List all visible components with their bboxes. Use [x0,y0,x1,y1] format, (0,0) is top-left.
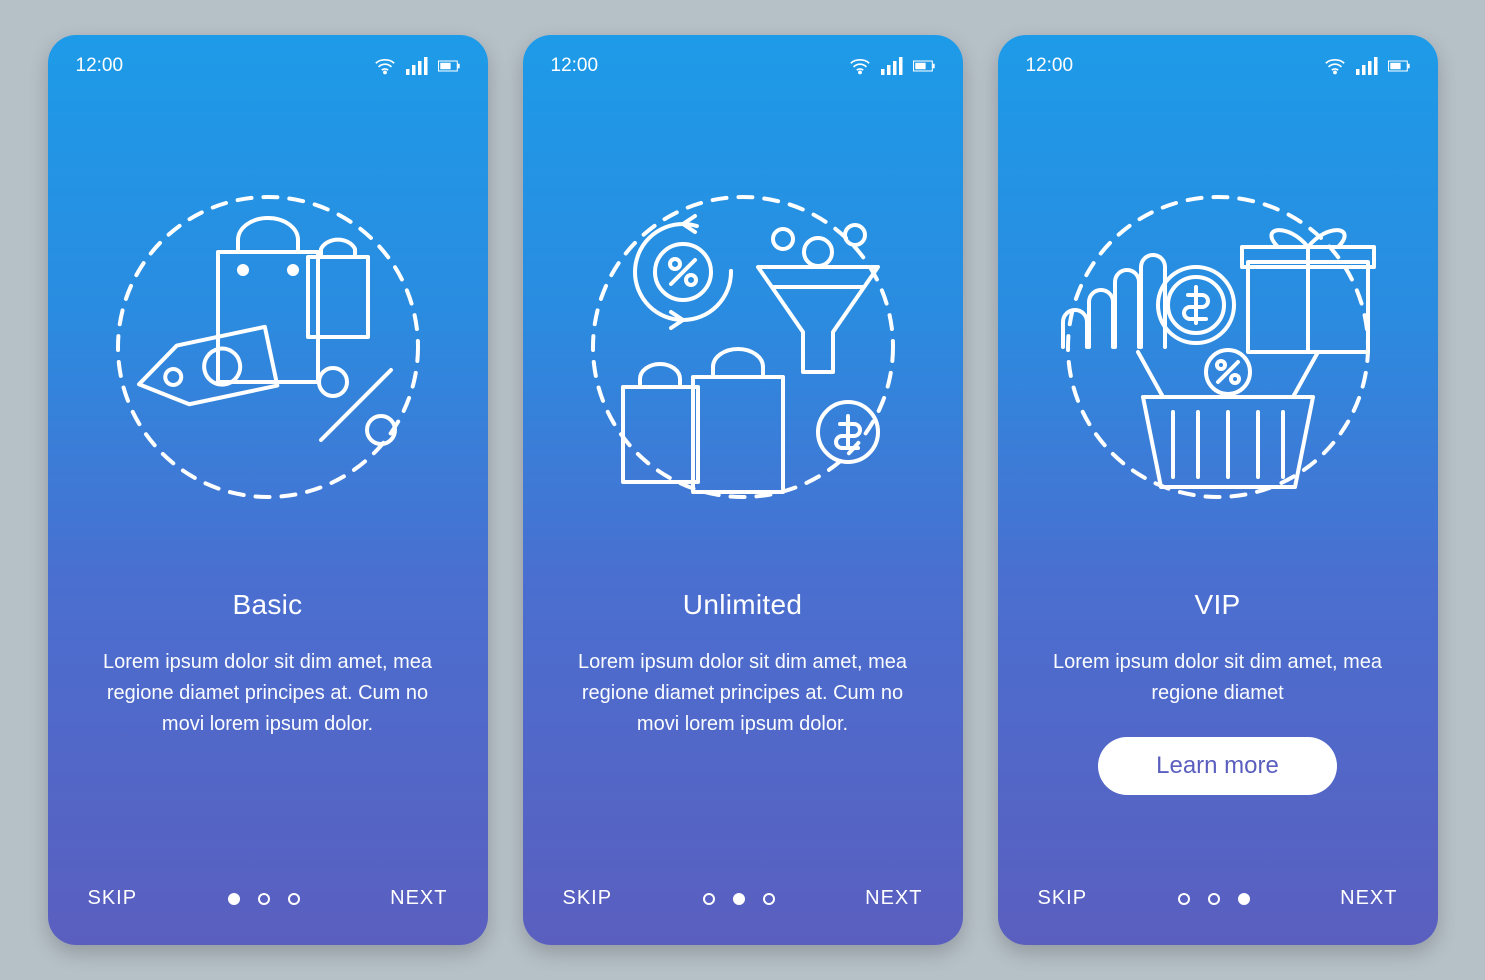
dot-1[interactable] [703,893,715,905]
footer-nav: SKIP NEXT [998,869,1438,945]
dot-1[interactable] [1178,893,1190,905]
plan-description: Lorem ipsum dolor sit dim amet, mea regi… [93,647,443,740]
page-dots [228,893,300,905]
status-icons [374,57,460,75]
wifi-icon [374,57,396,75]
unlimited-illustration [523,85,963,589]
signal-icon [1356,57,1378,75]
content-area: Unlimited Lorem ipsum dolor sit dim amet… [523,589,963,869]
onboarding-screen-unlimited: 12:00 [523,35,963,945]
basic-illustration [48,85,488,589]
status-bar: 12:00 [523,35,963,85]
dot-3[interactable] [288,893,300,905]
dot-2[interactable] [733,893,745,905]
signal-icon [406,57,428,75]
footer-nav: SKIP NEXT [523,869,963,945]
page-dots [1178,893,1250,905]
signal-icon [881,57,903,75]
dot-3[interactable] [1238,893,1250,905]
clock: 12:00 [76,55,124,77]
onboarding-screen-vip: 12:00 [998,35,1438,945]
next-button[interactable]: NEXT [390,887,447,910]
status-icons [849,57,935,75]
plan-title: Basic [233,589,303,621]
content-area: VIP Lorem ipsum dolor sit dim amet, mea … [998,589,1438,869]
content-area: Basic Lorem ipsum dolor sit dim amet, me… [48,589,488,869]
dot-2[interactable] [258,893,270,905]
dot-3[interactable] [763,893,775,905]
next-button[interactable]: NEXT [865,887,922,910]
skip-button[interactable]: SKIP [1038,887,1088,910]
dot-1[interactable] [228,893,240,905]
plan-title: VIP [1194,589,1240,621]
status-icons [1324,57,1410,75]
vip-illustration [998,85,1438,589]
page-dots [703,893,775,905]
skip-button[interactable]: SKIP [88,887,138,910]
status-bar: 12:00 [48,35,488,85]
battery-icon [913,57,935,75]
skip-button[interactable]: SKIP [563,887,613,910]
plan-title: Unlimited [683,589,802,621]
battery-icon [438,57,460,75]
dot-2[interactable] [1208,893,1220,905]
next-button[interactable]: NEXT [1340,887,1397,910]
status-bar: 12:00 [998,35,1438,85]
wifi-icon [1324,57,1346,75]
learn-more-button[interactable]: Learn more [1098,737,1337,795]
plan-description: Lorem ipsum dolor sit dim amet, mea regi… [568,647,918,740]
onboarding-screen-basic: 12:00 [48,35,488,945]
footer-nav: SKIP NEXT [48,869,488,945]
battery-icon [1388,57,1410,75]
wifi-icon [849,57,871,75]
clock: 12:00 [1026,55,1074,77]
plan-description: Lorem ipsum dolor sit dim amet, mea regi… [1043,647,1393,709]
clock: 12:00 [551,55,599,77]
